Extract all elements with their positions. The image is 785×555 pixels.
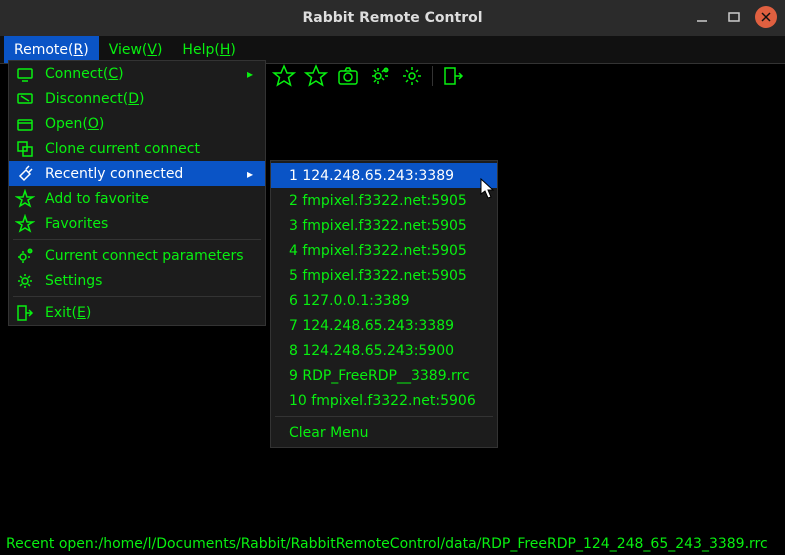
menu-recently-connected[interactable]: Recently connected ▸: [9, 161, 265, 186]
menu-connect[interactable]: Connect(C) ▸: [9, 61, 265, 86]
favorite-filled-icon[interactable]: [272, 64, 296, 88]
menu-clone[interactable]: Clone current connect: [9, 136, 265, 161]
clear-menu[interactable]: Clear Menu: [271, 420, 497, 445]
menu-open[interactable]: Open(O): [9, 111, 265, 136]
toolbar: [272, 62, 465, 90]
gear-plus-icon: [15, 246, 35, 266]
recent-item[interactable]: 2 fmpixel.f3322.net:5905: [271, 188, 497, 213]
menu-separator: [13, 239, 261, 240]
toolbar-separator: [432, 66, 433, 86]
remote-dropdown: Connect(C) ▸ Disconnect(D) Open(O) Clone…: [8, 60, 266, 326]
star-icon: [15, 189, 35, 209]
submenu-separator: [275, 416, 493, 417]
status-bar: Recent open:/home/l/Documents/Rabbit/Rab…: [0, 533, 785, 555]
screenshot-icon[interactable]: [336, 64, 360, 88]
settings-gear-icon[interactable]: [400, 64, 424, 88]
gear-icon: [15, 271, 35, 291]
exit-icon[interactable]: [441, 64, 465, 88]
open-icon: [15, 114, 35, 134]
recent-item[interactable]: 1 124.248.65.243:3389: [271, 163, 497, 188]
favorite-outline-icon[interactable]: [304, 64, 328, 88]
menu-view[interactable]: View(V): [99, 36, 173, 63]
menu-add-favorite[interactable]: Add to favorite: [9, 186, 265, 211]
minimize-button[interactable]: [691, 6, 713, 28]
window-buttons: [691, 6, 777, 28]
menu-favorites[interactable]: Favorites: [9, 211, 265, 236]
title-bar: Rabbit Remote Control: [0, 0, 785, 36]
exit-icon: [15, 303, 35, 323]
menu-separator: [13, 296, 261, 297]
menu-settings[interactable]: Settings: [9, 268, 265, 293]
recent-item[interactable]: 4 fmpixel.f3322.net:5905: [271, 238, 497, 263]
recent-item[interactable]: 10 fmpixel.f3322.net:5906: [271, 388, 497, 413]
status-text: Recent open:/home/l/Documents/Rabbit/Rab…: [6, 536, 768, 552]
submenu-arrow-icon: ▸: [247, 167, 257, 181]
clone-icon: [15, 139, 35, 159]
recent-item[interactable]: 5 fmpixel.f3322.net:5905: [271, 263, 497, 288]
window-title: Rabbit Remote Control: [302, 10, 482, 26]
recent-item[interactable]: 3 fmpixel.f3322.net:5905: [271, 213, 497, 238]
submenu-arrow-icon: ▸: [247, 67, 257, 81]
menu-help[interactable]: Help(H): [172, 36, 245, 63]
menu-exit[interactable]: Exit(E): [9, 300, 265, 325]
recent-item[interactable]: 7 124.248.65.243:3389: [271, 313, 497, 338]
recent-item[interactable]: 8 124.248.65.243:5900: [271, 338, 497, 363]
recent-item[interactable]: 6 127.0.0.1:3389: [271, 288, 497, 313]
recent-submenu: 1 124.248.65.243:3389 2 fmpixel.f3322.ne…: [270, 160, 498, 448]
settings-gear-plus-icon[interactable]: [368, 64, 392, 88]
menu-current-params[interactable]: Current connect parameters: [9, 243, 265, 268]
maximize-button[interactable]: [723, 6, 745, 28]
connect-icon: [15, 64, 35, 84]
star-icon: [15, 214, 35, 234]
menu-disconnect[interactable]: Disconnect(D): [9, 86, 265, 111]
recent-item[interactable]: 9 RDP_FreeRDP__3389.rrc: [271, 363, 497, 388]
plug-icon: [15, 164, 35, 184]
disconnect-icon: [15, 89, 35, 109]
close-button[interactable]: [755, 6, 777, 28]
menu-remote[interactable]: Remote(R): [4, 36, 99, 63]
